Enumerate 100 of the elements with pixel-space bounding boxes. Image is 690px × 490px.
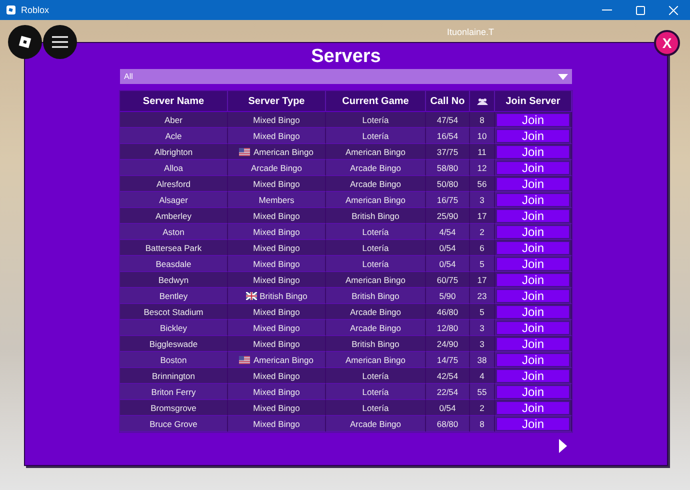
table-cell: 6	[470, 240, 495, 256]
hamburger-menu-button[interactable]	[43, 25, 77, 59]
table-cell: 50/80	[426, 176, 470, 192]
table-cell: Mixed Bingo	[253, 114, 300, 124]
column-header: Call No	[426, 91, 470, 112]
table-cell: Arcade Bingo	[250, 162, 302, 172]
join-button[interactable]: Join	[496, 160, 570, 174]
table-cell: British Bingo	[260, 290, 308, 300]
table-cell: Bescot Stadium	[120, 304, 228, 320]
table-cell: 14/75	[426, 352, 470, 368]
menu-icon	[52, 36, 68, 48]
table-cell: British Bingo	[326, 288, 426, 304]
table-cell: 56	[470, 176, 495, 192]
table-cell: Arcade Bingo	[326, 320, 426, 336]
table-cell: Mixed Bingo	[253, 226, 300, 236]
join-button[interactable]: Join	[496, 240, 570, 254]
table-cell: Mixed Bingo	[253, 402, 300, 412]
join-button[interactable]: Join	[496, 256, 570, 270]
join-button[interactable]: Join	[496, 320, 570, 334]
table-cell: Albrighton	[120, 144, 228, 160]
filter-dropdown[interactable]: All	[120, 69, 572, 84]
table-cell: Acle	[120, 128, 228, 144]
table-cell: 2	[470, 224, 495, 240]
table-cell: American Bingo	[253, 354, 314, 364]
app-logo-icon	[6, 5, 16, 15]
table-cell: 3	[470, 336, 495, 352]
table-cell: 10	[470, 128, 495, 144]
table-cell: 0/54	[426, 400, 470, 416]
table-cell: 17	[470, 272, 495, 288]
table-cell: 42/54	[426, 368, 470, 384]
close-icon[interactable]	[669, 6, 678, 14]
join-button[interactable]: Join	[496, 176, 570, 190]
join-button[interactable]: Join	[496, 192, 570, 206]
join-button[interactable]: Join	[496, 400, 570, 414]
flag-icon	[246, 292, 257, 300]
table-cell: Lotería	[326, 128, 426, 144]
panel-title: Servers	[311, 45, 381, 68]
table-cell: Lotería	[326, 112, 426, 128]
table-cell: 17	[470, 208, 495, 224]
join-button[interactable]: Join	[496, 384, 570, 398]
table-cell: 8	[470, 416, 495, 432]
table-cell: Bedwyn	[120, 272, 228, 288]
table-cell: Mixed Bingo	[253, 370, 300, 380]
join-button[interactable]: Join	[496, 208, 570, 222]
table-cell: Boston	[120, 352, 228, 368]
join-button[interactable]: Join	[496, 336, 570, 350]
column-header: Server Type	[228, 91, 326, 112]
table-cell: Alloa	[120, 160, 228, 176]
join-button[interactable]: Join	[496, 416, 570, 430]
table-cell: American Bingo	[326, 144, 426, 160]
table-cell: 11	[470, 144, 495, 160]
table-cell: Bentley	[120, 288, 228, 304]
column-header: Current Game	[326, 91, 426, 112]
table-cell: Mixed Bingo	[253, 258, 300, 268]
table-cell: 23	[470, 288, 495, 304]
table-cell: 46/80	[426, 304, 470, 320]
table-cell: 16/75	[426, 192, 470, 208]
table-cell: Bromsgrove	[120, 400, 228, 416]
table-cell: 58/80	[426, 160, 470, 176]
table-cell: 37/75	[426, 144, 470, 160]
table-cell: Mixed Bingo	[253, 178, 300, 188]
maximize-icon[interactable]	[636, 6, 645, 14]
join-button[interactable]: Join	[496, 352, 570, 366]
table-cell: 47/54	[426, 112, 470, 128]
join-button[interactable]: Join	[496, 368, 570, 382]
join-button[interactable]: Join	[496, 272, 570, 286]
column-header: Server Name	[120, 91, 228, 112]
table-cell: 16/54	[426, 128, 470, 144]
table-cell: 8	[470, 112, 495, 128]
table-cell: Lotería	[326, 224, 426, 240]
table-cell: Briton Ferry	[120, 384, 228, 400]
join-button[interactable]: Join	[496, 144, 570, 158]
next-page-icon[interactable]	[559, 439, 567, 453]
square-logo-icon	[18, 35, 32, 49]
table-cell: 25/90	[426, 208, 470, 224]
table-cell: Mixed Bingo	[253, 338, 300, 348]
roblox-menu-button[interactable]	[8, 25, 42, 59]
table-cell: Mixed Bingo	[253, 306, 300, 316]
table-cell: Brinnington	[120, 368, 228, 384]
table-cell: Beasdale	[120, 256, 228, 272]
table-cell: American Bingo	[326, 352, 426, 368]
table-cell: Lotería	[326, 368, 426, 384]
table-cell: British Bingo	[326, 336, 426, 352]
table-cell: Mixed Bingo	[253, 242, 300, 252]
table-cell: Lotería	[326, 240, 426, 256]
close-button[interactable]: X	[654, 30, 680, 56]
join-button[interactable]: Join	[496, 112, 570, 126]
join-button[interactable]: Join	[496, 304, 570, 318]
table-cell: Battersea Park	[120, 240, 228, 256]
table-cell: Alresford	[120, 176, 228, 192]
join-button[interactable]: Join	[496, 224, 570, 238]
join-button[interactable]: Join	[496, 128, 570, 142]
table-cell: Lotería	[326, 400, 426, 416]
table-cell: 60/75	[426, 272, 470, 288]
table-cell: Mixed Bingo	[253, 130, 300, 140]
table-cell: 4/54	[426, 224, 470, 240]
join-button[interactable]: Join	[496, 288, 570, 302]
player-name-label: Ituonlaine.T	[447, 27, 494, 37]
table-cell: 55	[470, 384, 495, 400]
table-cell: Arcade Bingo	[326, 176, 426, 192]
